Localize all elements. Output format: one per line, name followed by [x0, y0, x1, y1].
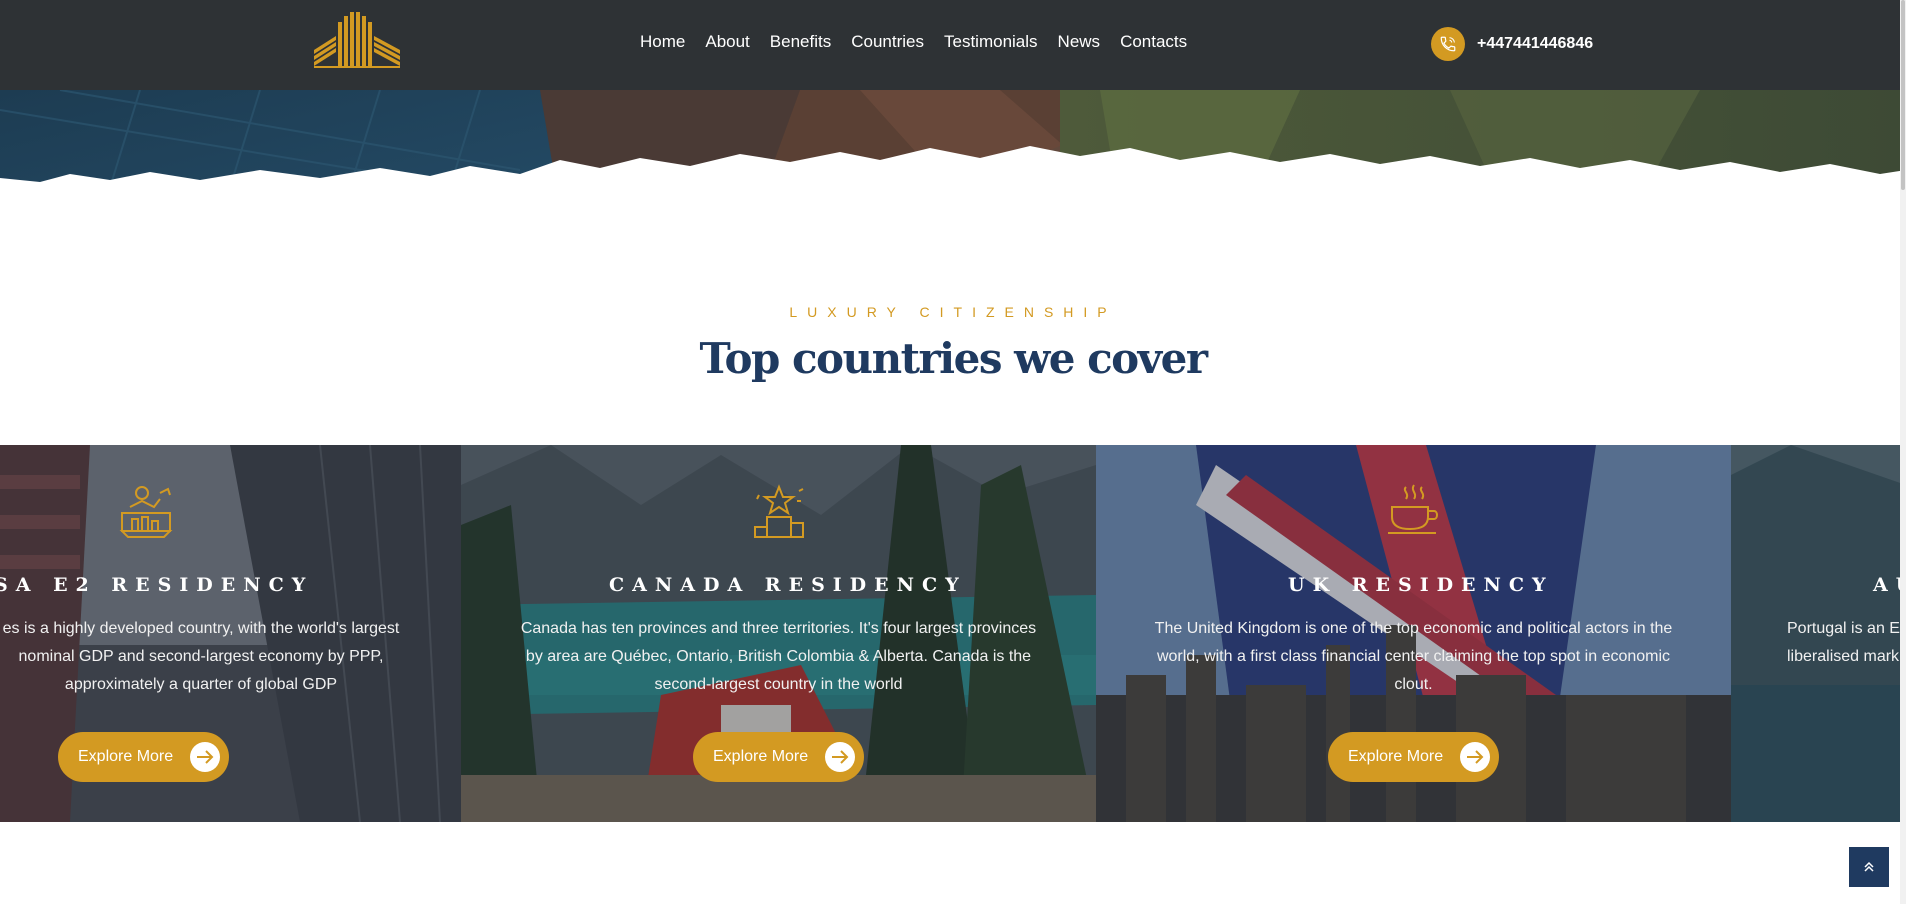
card-text-line: approximately a quarter of global GDP [64, 676, 338, 693]
section-title: Top countries we cover [699, 334, 1208, 383]
country-card-uk: UK RESIDENCY The United Kingdom is one o… [1096, 445, 1731, 822]
country-card-partial: AU Portugal is an E liberalised mark [1731, 445, 1906, 822]
coffee-cup-icon [1388, 484, 1438, 534]
card-text-line: second-largest country in the world [654, 676, 903, 693]
card-text-usa: es is a highly developed country, with t… [0, 615, 422, 699]
explore-more-button-usa[interactable]: Explore More [58, 732, 229, 782]
card-text-line: Portugal is an E [1787, 620, 1900, 637]
main-nav: Home About Benefits Countries Testimonia… [630, 32, 1197, 52]
nav-about[interactable]: About [695, 32, 759, 52]
card-text-line: liberalised mark [1787, 648, 1900, 665]
explore-more-button-canada[interactable]: Explore More [693, 732, 864, 782]
button-label: Explore More [78, 748, 174, 765]
nav-countries[interactable]: Countries [841, 32, 934, 52]
card-text-line: clout. [1394, 676, 1433, 693]
country-card-canada: CANADA RESIDENCY Canada has ten province… [461, 445, 1096, 822]
country-cards-carousel: SA E2 RESIDENCY es is a highly developed… [0, 445, 1906, 822]
card-text-uk: The United Kingdom is one of the top eco… [1096, 615, 1731, 699]
scrollbar-thumb[interactable] [1901, 0, 1905, 190]
country-card-usa: SA E2 RESIDENCY es is a highly developed… [0, 445, 461, 822]
card-title-canada: CANADA RESIDENCY [609, 574, 967, 596]
button-label: Explore More [713, 748, 809, 765]
card-text-canada: Canada has ten provinces and three terri… [461, 615, 1096, 699]
site-header: Home About Benefits Countries Testimonia… [0, 0, 1906, 90]
building-logo[interactable] [314, 12, 400, 68]
person-desk-icon [119, 486, 173, 538]
card-title-usa: SA E2 RESIDENCY [0, 574, 314, 596]
nav-benefits[interactable]: Benefits [760, 32, 841, 52]
nav-home[interactable]: Home [630, 32, 695, 52]
nav-testimonials[interactable]: Testimonials [934, 32, 1048, 52]
button-label: Explore More [1348, 748, 1444, 765]
nav-contacts[interactable]: Contacts [1110, 32, 1197, 52]
card-text-line: world, with a first class financial cent… [1156, 648, 1671, 665]
hero-image-strip [0, 90, 1906, 220]
card-text-line: The United Kingdom is one of the top eco… [1154, 620, 1673, 637]
card-title-uk: UK RESIDENCY [1288, 574, 1554, 596]
card-text-line: es is a highly developed country, with t… [2, 620, 400, 637]
card-text-line: by area are Québec, Ontario, British Col… [525, 648, 1032, 665]
phone-contact[interactable]: +447441446846 [1431, 27, 1593, 61]
card-text-line: nominal GDP and second-largest economy b… [18, 648, 384, 665]
arrow-right-icon [825, 742, 855, 772]
phone-number[interactable]: +447441446846 [1477, 35, 1593, 53]
double-chevron-up-icon [1864, 861, 1874, 872]
card-text-line: Canada has ten provinces and three terri… [520, 620, 1037, 637]
card-text-partial: Portugal is an E liberalised mark [1787, 615, 1906, 671]
nav-news[interactable]: News [1048, 32, 1111, 52]
star-podium-icon [754, 484, 804, 538]
phone-icon [1431, 27, 1465, 61]
back-to-top-button[interactable] [1849, 847, 1889, 887]
arrow-right-icon [190, 742, 220, 772]
explore-more-button-uk[interactable]: Explore More [1328, 732, 1499, 782]
arrow-right-icon [1460, 742, 1490, 772]
section-eyebrow: LUXURY CITIZENSHIP [789, 304, 1117, 320]
